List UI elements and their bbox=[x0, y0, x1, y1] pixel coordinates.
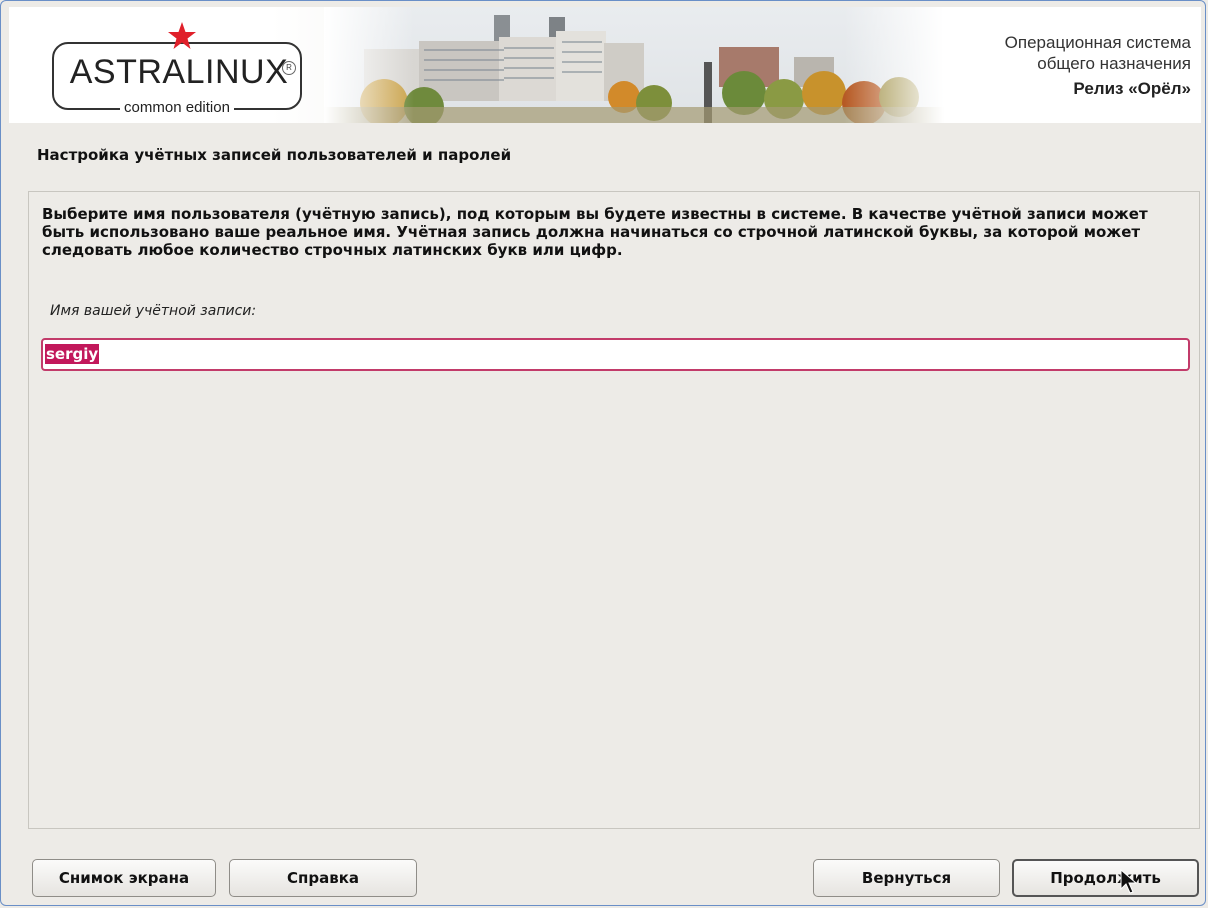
registered-icon: R bbox=[282, 61, 296, 75]
screenshot-button[interactable]: Снимок экрана bbox=[32, 859, 216, 897]
logo-edition: common edition bbox=[120, 99, 234, 116]
astralinux-logo: ASTRALINUX R common edition bbox=[52, 42, 302, 116]
username-label: Имя вашей учётной записи: bbox=[50, 303, 257, 319]
release-name: Релиз «Орёл» bbox=[1073, 79, 1191, 98]
username-input[interactable]: sergiy bbox=[41, 338, 1190, 371]
help-button[interactable]: Справка bbox=[229, 859, 417, 897]
mouse-cursor-icon bbox=[1120, 869, 1138, 894]
logo-main-text: ASTRALINUX bbox=[69, 53, 289, 91]
release-line1: Операционная система bbox=[1004, 33, 1191, 52]
installer-window: ASTRALINUX R common edition Операционная… bbox=[0, 0, 1206, 906]
username-selected-text[interactable]: sergiy bbox=[45, 344, 100, 364]
logo-sub-text: common edition bbox=[54, 99, 300, 116]
page-title: Настройка учётных записей пользователей … bbox=[37, 146, 512, 164]
star-icon bbox=[168, 22, 196, 49]
content-panel: Выберите имя пользователя (учётную запис… bbox=[28, 191, 1200, 829]
release-line2: общего назначения bbox=[1037, 54, 1191, 73]
description-text: Выберите имя пользователя (учётную запис… bbox=[42, 205, 1148, 259]
continue-button[interactable]: Продолжить bbox=[1012, 859, 1199, 897]
release-info: Операционная система общего назначения Р… bbox=[1005, 32, 1191, 99]
header-banner: ASTRALINUX R common edition Операционная… bbox=[9, 7, 1201, 123]
banner-photo bbox=[324, 7, 944, 123]
back-button[interactable]: Вернуться bbox=[813, 859, 1000, 897]
